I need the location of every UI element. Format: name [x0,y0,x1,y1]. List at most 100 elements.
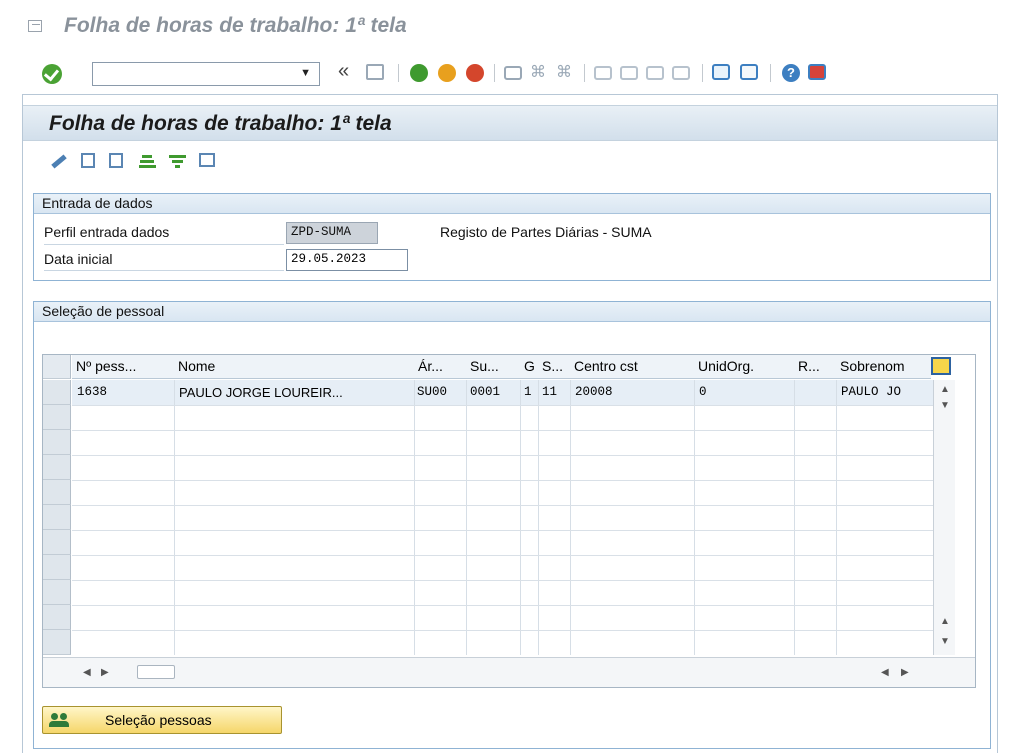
cell-surname[interactable]: PAULO JO [838,383,930,401]
filter-icon[interactable] [169,153,189,169]
col-header-name[interactable]: Nome [174,355,414,379]
scroll-right-icon[interactable]: ▶ [901,667,909,678]
row-selector[interactable] [43,580,71,605]
col-header-r[interactable]: R... [794,355,836,379]
grid-line [836,380,837,655]
screen-title-bar: Folha de horas de trabalho: 1ª tela [23,105,997,141]
back-icon[interactable] [410,64,428,82]
edit-pencil-icon[interactable] [47,153,67,169]
cell-cost-center[interactable]: 20008 [572,383,692,401]
row-selector[interactable] [43,455,71,480]
scroll-up-icon[interactable]: ▲ [940,616,950,627]
horizontal-scrollbar[interactable]: ◀ ▶ ◀ ▶ [43,657,975,687]
grid-line [520,380,521,655]
standard-toolbar: ▼ « ⌘ ⌘ ? [0,54,1022,90]
row-selector[interactable] [43,480,71,505]
grid-line [72,555,933,556]
grid-line [466,380,467,655]
display-icon[interactable] [81,153,95,168]
scroll-thumb[interactable] [137,665,175,679]
col-header-org-unit[interactable]: UnidOrg. [694,355,794,379]
find-next-icon[interactable]: ⌘ [556,62,574,81]
grid-line [72,405,933,406]
first-page-icon[interactable] [594,66,612,80]
grid-line [72,505,933,506]
scroll-up-icon[interactable]: ▲ [940,384,950,395]
find-icon[interactable]: ⌘ [530,62,548,81]
save-icon[interactable] [366,64,384,80]
scroll-left-icon[interactable]: ◀ [881,667,889,678]
col-header-subgroup[interactable]: S... [538,355,570,379]
grid-line [72,605,933,606]
menu-icon[interactable] [28,20,42,32]
row-selector[interactable] [43,405,71,430]
collapse-chevron-icon[interactable]: « [338,60,349,83]
grid-line [72,530,933,531]
vertical-scrollbar[interactable]: ▲ ▼ ▲ ▼ [933,380,955,655]
row-selector[interactable] [43,605,71,630]
column-settings-icon[interactable] [931,357,951,375]
row-selector[interactable] [43,430,71,455]
persons-icon [49,712,71,728]
previous-page-icon[interactable] [620,66,638,80]
row-selector[interactable] [43,505,71,530]
scroll-left-icon[interactable]: ◀ [83,667,91,678]
label-underline [44,270,284,271]
profile-input[interactable]: ZPD-SUMA [286,222,378,244]
command-field[interactable]: ▼ [92,62,320,86]
grid-line [72,430,933,431]
start-date-input[interactable]: 29.05.2023 [286,249,408,271]
select-persons-label: Seleção pessoas [105,712,212,728]
customize-layout-icon[interactable] [808,64,826,80]
screen-title: Folha de horas de trabalho: 1ª tela [49,112,392,135]
row-selector[interactable] [43,630,71,655]
cell-subarea[interactable]: 0001 [467,383,519,401]
personnel-group-header: Seleção de pessoal [34,302,990,322]
personnel-table: Nº pess... Nome Ár... Su... G S... Centr… [42,354,976,688]
toolbar-separator [398,64,399,82]
col-header-group[interactable]: G [520,355,538,379]
cell-group[interactable]: 1 [521,383,537,401]
cell-area[interactable]: SU00 [414,383,466,401]
table-corner[interactable] [43,355,71,379]
next-page-icon[interactable] [646,66,664,80]
row-selector[interactable] [43,530,71,555]
grid-line [694,380,695,655]
overview-icon[interactable] [199,153,215,167]
cell-pernr[interactable]: 1638 [74,383,172,401]
cancel-icon[interactable] [466,64,484,82]
col-header-cost-center[interactable]: Centro cst [570,355,694,379]
data-entry-group: Entrada de dados Perfil entrada dados ZP… [33,193,991,281]
cell-r[interactable] [796,383,834,387]
grid-line [72,480,933,481]
col-header-surname[interactable]: Sobrenom [836,355,931,379]
shortcut-icon[interactable] [740,64,758,80]
data-entry-group-header: Entrada de dados [34,194,990,214]
cell-name[interactable]: PAULO JORGE LOUREIR... [176,383,412,402]
enter-check-icon[interactable] [42,64,62,84]
cell-org-unit[interactable]: 0 [696,383,792,401]
col-header-subarea[interactable]: Su... [466,355,520,379]
scroll-down-icon[interactable]: ▼ [940,636,950,647]
cell-subgroup[interactable]: 11 [539,383,569,401]
grid-line [794,380,795,655]
help-icon[interactable]: ? [782,64,800,82]
scroll-right-icon[interactable]: ▶ [101,667,109,678]
profile-description: Registo de Partes Diárias - SUMA [440,224,652,240]
scroll-down-icon[interactable]: ▼ [940,400,950,411]
chevron-down-icon[interactable]: ▼ [300,67,311,79]
col-header-pernr[interactable]: Nº pess... [72,355,174,379]
filter-pyramid-icon[interactable] [139,153,159,169]
grid-line [414,380,415,655]
grid-line [72,455,933,456]
last-page-icon[interactable] [672,66,690,80]
row-selector[interactable] [43,555,71,580]
print-icon[interactable] [504,66,522,80]
row-selector[interactable] [43,380,71,405]
col-header-area[interactable]: Ár... [414,355,466,379]
display-details-icon[interactable] [109,153,123,168]
select-persons-button[interactable]: Seleção pessoas [42,706,282,734]
personnel-selection-group: Seleção de pessoal Nº pess... Nome Ár...… [33,301,991,749]
new-session-icon[interactable] [712,64,730,80]
exit-icon[interactable] [438,64,456,82]
